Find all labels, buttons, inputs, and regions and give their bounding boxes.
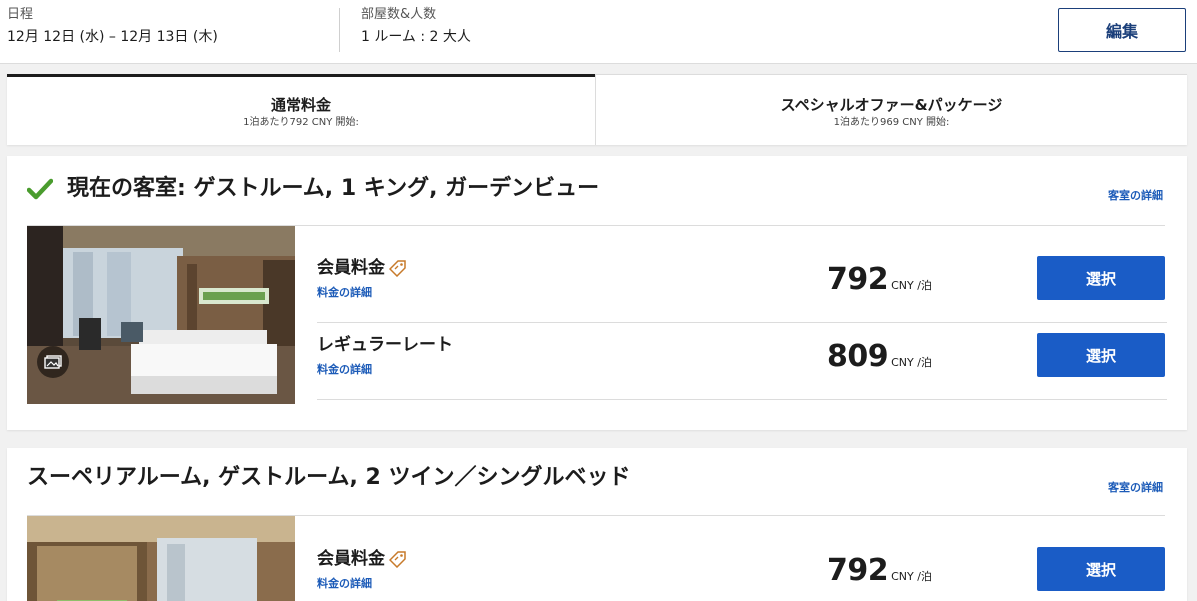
photo-gallery-icon[interactable]: [37, 346, 69, 378]
price: 792 CNY /泊: [827, 262, 932, 298]
room-title: スーペリアルーム, ゲストルーム, 2 ツイン／シングルベッド: [27, 463, 630, 493]
rooms-guests-label: 部屋数&人数: [361, 7, 437, 22]
price-unit: CNY /泊: [891, 279, 932, 292]
search-summary-header: 日程 12月 12日 (水) – 12月 13日 (木) 部屋数&人数 1 ルー…: [0, 0, 1197, 64]
price-amount: 792: [827, 553, 889, 588]
room-card: 現在の客室: ゲストルーム, 1 キング, ガーデンビュー 客室の詳細 会員料金…: [7, 156, 1187, 430]
rate-name: レギュラーレート: [317, 333, 453, 357]
tab-special-offers[interactable]: スペシャルオファー&パッケージ 1泊あたり969 CNY 開始:: [595, 74, 1187, 145]
price: 809 CNY /泊: [827, 339, 932, 375]
room-details-link[interactable]: 客室の詳細: [1108, 479, 1163, 495]
edit-button[interactable]: 編集: [1058, 8, 1186, 52]
room-card: スーペリアルーム, ゲストルーム, 2 ツイン／シングルベッド 客室の詳細 会員…: [7, 448, 1187, 601]
rate-name-text: レギュラーレート: [317, 335, 453, 355]
rate-details-link[interactable]: 料金の詳細: [317, 361, 372, 377]
rate-name: 会員料金: [317, 547, 407, 571]
rate-row: 会員料金 料金の詳細 792 CNY /泊 選択: [317, 537, 1167, 601]
dates-label: 日程: [7, 7, 34, 22]
member-tag-icon: [389, 551, 406, 568]
member-tag-icon: [389, 260, 406, 277]
select-button[interactable]: 選択: [1037, 256, 1165, 300]
select-button[interactable]: 選択: [1037, 333, 1165, 377]
room-photo[interactable]: [27, 516, 295, 601]
rate-details-link[interactable]: 料金の詳細: [317, 575, 372, 591]
price-amount: 809: [827, 339, 889, 374]
rate-row: 会員料金 料金の詳細 792 CNY /泊 選択: [317, 246, 1167, 323]
rate-type-tabs: 通常料金 1泊あたり792 CNY 開始: スペシャルオファー&パッケージ 1泊…: [7, 74, 1187, 145]
rate-name-text: 会員料金: [317, 549, 385, 569]
check-icon: [27, 178, 53, 200]
rooms-guests-summary: 部屋数&人数 1 ルーム : 2 大人: [361, 6, 471, 48]
rate-name: 会員料金: [317, 256, 407, 280]
rooms-guests-value: 1 ルーム : 2 大人: [361, 29, 471, 45]
header-divider: [339, 8, 340, 52]
rate-details-link[interactable]: 料金の詳細: [317, 284, 372, 300]
rate-row: レギュラーレート 料金の詳細 809 CNY /泊 選択: [317, 323, 1167, 400]
price-amount: 792: [827, 262, 889, 297]
room-photo-image: [27, 226, 295, 404]
select-button[interactable]: 選択: [1037, 547, 1165, 591]
room-details-link[interactable]: 客室の詳細: [1108, 187, 1163, 203]
room-title-text: スーペリアルーム, ゲストルーム, 2 ツイン／シングルベッド: [27, 465, 631, 490]
dates-value: 12月 12日 (水) – 12月 13日 (木): [7, 29, 218, 45]
room-title: 現在の客室: ゲストルーム, 1 キング, ガーデンビュー: [27, 174, 599, 204]
dates-summary: 日程 12月 12日 (水) – 12月 13日 (木): [7, 6, 218, 48]
tab-standard-rates[interactable]: 通常料金 1泊あたり792 CNY 開始:: [7, 74, 595, 145]
room-photo[interactable]: [27, 226, 295, 404]
price-unit: CNY /泊: [891, 356, 932, 369]
tab-subtitle: 1泊あたり969 CNY 開始:: [833, 117, 950, 128]
price: 792 CNY /泊: [827, 553, 932, 589]
tab-subtitle: 1泊あたり792 CNY 開始:: [243, 117, 359, 128]
room-photo-image: [27, 516, 295, 601]
tab-title: スペシャルオファー&パッケージ: [780, 96, 1003, 114]
price-unit: CNY /泊: [891, 570, 932, 583]
room-title-text: 現在の客室: ゲストルーム, 1 キング, ガーデンビュー: [67, 176, 600, 201]
rate-name-text: 会員料金: [317, 258, 385, 278]
divider: [317, 399, 1167, 400]
tab-title: 通常料金: [270, 96, 331, 114]
